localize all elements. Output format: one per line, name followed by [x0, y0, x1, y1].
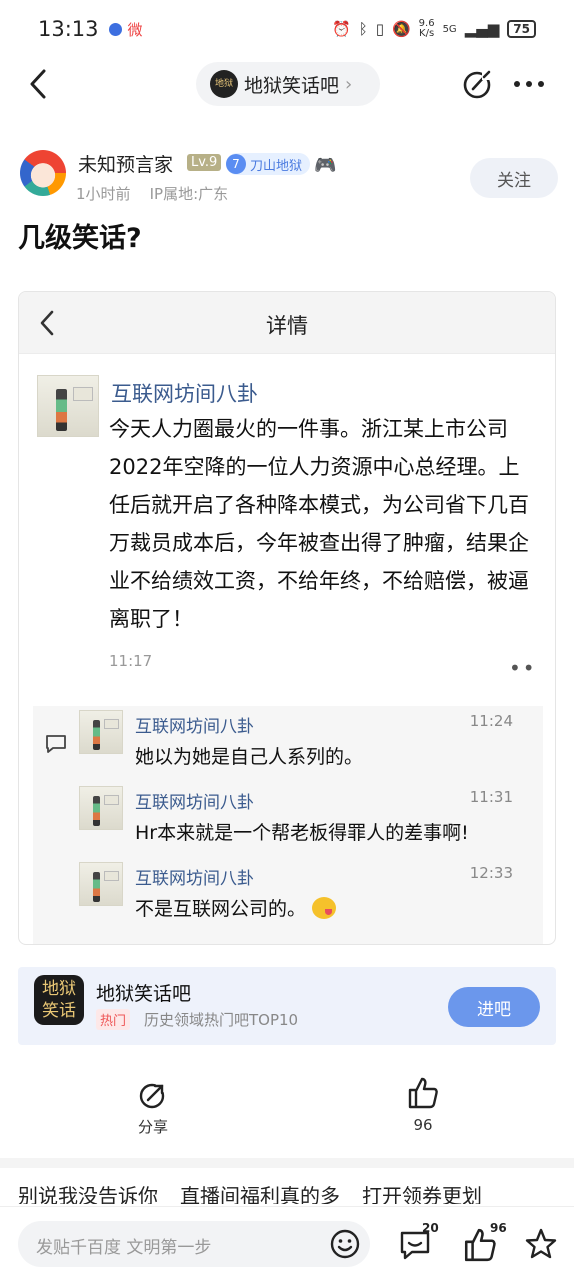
comment-author: 互联网坊间八卦 [135, 793, 254, 813]
comment-item: 互联网坊间八卦 11:31 Hr本来就是一个帮老板得罪人的差事啊! [79, 786, 539, 862]
alarm-icon: ⏰ [332, 20, 351, 38]
comment-item: 互联网坊间八卦 12:33 不是互联网公司的。 [79, 862, 539, 938]
comment-author: 互联网坊间八卦 [135, 869, 254, 889]
comment-text: 她以为她是自己人系列的。 [135, 746, 364, 768]
emoji-icon[interactable] [328, 1227, 362, 1261]
username[interactable]: 未知预言家 [78, 150, 173, 177]
recommend-strip: 别说我没告诉你 直播间福利真的多 打开领券更划 [18, 1180, 574, 1204]
level-badge: Lv.9 [187, 154, 222, 171]
comment-text: Hr本来就是一个帮老板得罪人的差事啊! [135, 822, 469, 844]
signal-bars-icon: ▂▄▆ [464, 20, 500, 38]
comment-item: 互联网坊间八卦 11:24 她以为她是自己人系列的。 [79, 710, 539, 786]
badge-title: 刀山地狱 [250, 158, 303, 174]
status-right: ⏰ ᛒ ▯ 🔕 9.6 K/s 5G ▂▄▆ 75 [332, 19, 536, 39]
forum-card-logo: 地狱笑话 [34, 975, 84, 1025]
author-name: 互联网坊间八卦 [111, 382, 258, 406]
post-title: 几级笑话? [18, 223, 142, 254]
back-arrow-icon[interactable] [24, 66, 54, 102]
share-label: 分享 [137, 1118, 168, 1136]
net-speed: 9.6 K/s [418, 18, 435, 39]
forum-card-desc: 历史领域热门吧TOP10 [144, 1011, 299, 1029]
comment-avatar [79, 862, 123, 906]
app-notification-icon [108, 22, 122, 36]
thumbs-up-icon [408, 1077, 438, 1109]
forum-entry-pill[interactable]: 地狱 地狱笑话吧 › [196, 62, 380, 106]
follow-button[interactable]: 关注 [470, 158, 558, 198]
title-badge: 7 刀山地狱 [226, 153, 311, 175]
author-avatar [37, 375, 99, 437]
like-button[interactable]: 96 [400, 1076, 446, 1134]
forum-card-name: 地狱笑话吧 [96, 983, 192, 1005]
image-header-title: 详情 [266, 314, 308, 338]
status-bar: 13:13 微 ⏰ ᛒ ▯ 🔕 9.6 K/s 5G ▂▄▆ 75 [0, 0, 574, 58]
comment-text-wrapper: 不是互联网公司的。 [135, 894, 337, 921]
comment-thread: 互联网坊间八卦 11:24 她以为她是自己人系列的。 互联网坊间八卦 11:31… [33, 706, 543, 944]
comment-time: 12:33 [469, 864, 513, 882]
badge-number: 7 [226, 154, 246, 174]
tongue-emoji-icon [312, 897, 337, 919]
recommend-item[interactable]: 打开领券更划 [362, 1184, 482, 1204]
hot-tag: 热门 [96, 1009, 131, 1030]
share-button[interactable]: 分享 [130, 1080, 176, 1137]
section-divider [0, 1158, 574, 1168]
weibo-icon: 微 [127, 20, 143, 39]
mute-icon: 🔕 [391, 20, 411, 38]
original-post-time: 11:17 [109, 652, 153, 670]
edit-icon[interactable] [462, 68, 494, 100]
more-icon[interactable] [512, 72, 546, 96]
enter-forum-button[interactable]: 进吧 [448, 987, 540, 1027]
gamepad-icon: 🎮 [314, 155, 337, 176]
comment-icon [46, 735, 66, 753]
star-icon[interactable] [524, 1227, 558, 1261]
comment-time: 11:24 [469, 712, 513, 730]
comment-input-placeholder: 发贴千百度 文明第一步 [36, 1238, 212, 1258]
battery-icon: 75 [507, 20, 536, 38]
chevron-right-icon: › [345, 73, 353, 95]
comment-count: 20 [422, 1221, 439, 1235]
recommend-item[interactable]: 直播间福利真的多 [180, 1184, 340, 1204]
forum-name: 地狱笑话吧 [244, 74, 340, 97]
post-image[interactable]: 详情 互联网坊间八卦 今天人力圈最火的一件事。浙江某上市公司2022年空降的一位… [18, 291, 556, 945]
recommend-item[interactable]: 别说我没告诉你 [18, 1184, 158, 1204]
share-icon [139, 1081, 167, 1109]
bottom-bar: 发贴千百度 文明第一步 20 96 [0, 1206, 574, 1280]
forum-logo: 地狱 [210, 70, 238, 98]
signal-icon: 5G [442, 23, 457, 35]
like-count: 96 [490, 1221, 507, 1235]
image-header: 详情 [19, 292, 555, 354]
bluetooth-icon: ᛒ [358, 20, 368, 38]
comment-avatar [79, 786, 123, 830]
comment-author: 互联网坊间八卦 [135, 717, 254, 737]
more-dots-icon: •• [509, 656, 537, 680]
status-time: 13:13 [38, 17, 99, 41]
post-meta: 1小时前 IP属地:广东 [76, 185, 229, 203]
comment-avatar [79, 710, 123, 754]
vibrate-icon: ▯ [375, 20, 384, 38]
original-post-text: 今天人力圈最火的一件事。浙江某上市公司2022年空降的一位人力资源中心总经理。上… [109, 417, 529, 631]
comment-input[interactable]: 发贴千百度 文明第一步 [18, 1221, 370, 1267]
nav-bar: 地狱 地狱笑话吧 › [0, 58, 574, 110]
like-count: 96 [413, 1116, 433, 1134]
comment-time: 11:31 [469, 788, 513, 806]
comment-text: 不是互联网公司的。 [135, 898, 307, 920]
forum-card[interactable]: 地狱笑话 地狱笑话吧 热门 历史领域热门吧TOP10 进吧 [18, 967, 556, 1045]
user-avatar[interactable] [20, 150, 66, 196]
